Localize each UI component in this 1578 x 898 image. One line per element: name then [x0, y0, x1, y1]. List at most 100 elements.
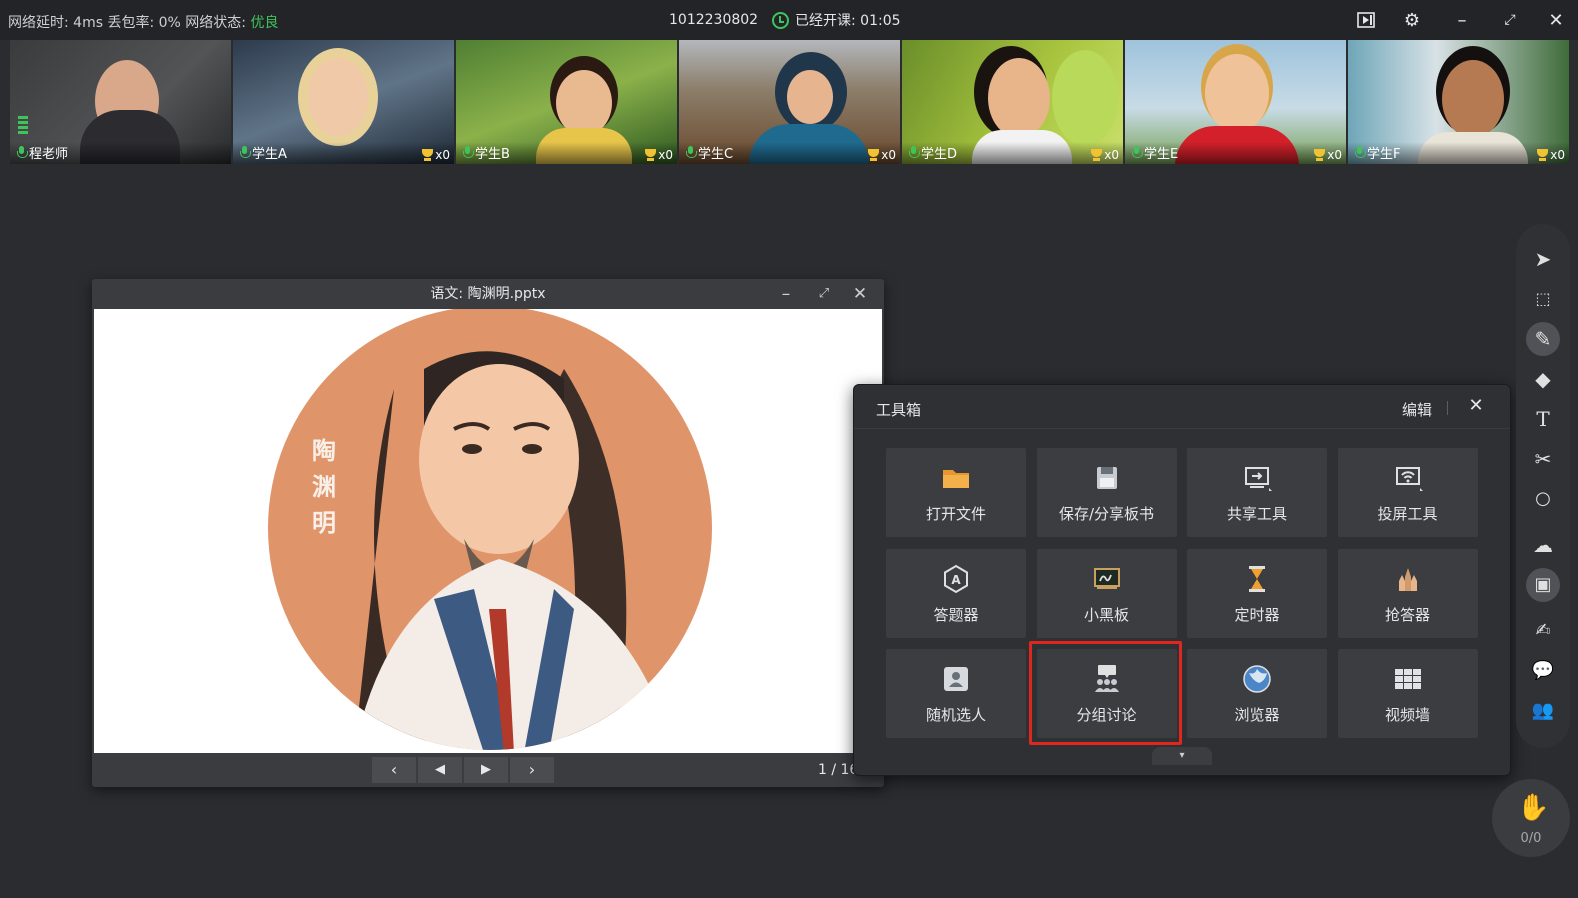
- video-wall-icon: [1392, 663, 1424, 695]
- video-tile-student-e[interactable]: 学生E x0: [1125, 40, 1346, 164]
- ppt-window: 语文: 陶渊明.pptx – ⤢ ✕ 陶 渊 明 ‹ ◀ ▶ › 1 / 16: [92, 279, 884, 787]
- toolbox-title: 工具箱: [876, 401, 922, 419]
- ppt-close-icon[interactable]: ✕: [850, 283, 870, 305]
- network-stats-text: 网络延时: 4ms 丢包率: 0% 网络状态:: [8, 15, 251, 31]
- tool-label: 随机选人: [925, 706, 986, 724]
- share-screen-icon: [1241, 462, 1273, 494]
- audio-level-icon: [18, 116, 28, 136]
- raise-hand-count: 0/0: [1520, 831, 1542, 846]
- ppt-minimize-icon[interactable]: –: [776, 283, 796, 305]
- tool-label: 分组讨论: [1076, 706, 1137, 724]
- hourglass-icon: [1241, 563, 1273, 595]
- video-tile-teacher[interactable]: 程老师: [10, 40, 231, 164]
- video-strip: 程老师 学生A x0 学生B x0 学生C x0 学生D x0 学生E x0 学…: [10, 40, 1578, 166]
- svg-text:A: A: [951, 573, 961, 587]
- toolbox-header: 工具箱 编辑 ✕: [854, 385, 1510, 429]
- scissors-icon[interactable]: ✂: [1530, 446, 1556, 472]
- tool-label: 浏览器: [1234, 706, 1280, 724]
- trophy-count: x0: [867, 148, 896, 162]
- tool-share-screen-button[interactable]: 共享工具: [1187, 448, 1327, 537]
- ppt-nav-bar: ‹ ◀ ▶ › 1 / 16: [92, 753, 884, 787]
- student-e-avatar: [1205, 54, 1269, 132]
- eraser-icon[interactable]: ◆: [1530, 366, 1556, 392]
- toolbox-close-icon[interactable]: ✕: [1466, 395, 1486, 417]
- tool-floppy-button[interactable]: 保存/分享板书: [1036, 448, 1177, 537]
- video-tile-student-c[interactable]: 学生C x0: [679, 40, 900, 164]
- cloud-icon[interactable]: ☁: [1530, 532, 1556, 558]
- class-timer: 已经开课: 01:05: [772, 10, 901, 30]
- raise-hand-button[interactable]: ✋ 0/0: [1492, 779, 1570, 857]
- video-tile-student-f[interactable]: 学生F x0: [1348, 40, 1569, 164]
- trophy-count: x0: [644, 148, 673, 162]
- tool-label: 共享工具: [1226, 505, 1287, 523]
- collapse-arrow-icon[interactable]: ▾: [1152, 747, 1212, 765]
- participant-name: 学生A: [239, 143, 287, 162]
- settings-gear-icon[interactable]: ⚙: [1400, 8, 1424, 32]
- trophy-icon: [421, 148, 434, 162]
- shape-icon[interactable]: ○: [1530, 486, 1556, 512]
- video-tile-student-a[interactable]: 学生A x0: [233, 40, 454, 164]
- toolbox-briefcase-icon[interactable]: ▣: [1526, 568, 1560, 602]
- pen-icon[interactable]: ✎: [1526, 322, 1560, 356]
- select-area-icon[interactable]: ⬚: [1530, 286, 1556, 312]
- slide-canvas[interactable]: 陶 渊 明: [94, 309, 882, 753]
- student-b-avatar: [556, 70, 612, 136]
- participant-name: 学生E: [1131, 143, 1178, 162]
- trophy-icon: [644, 148, 657, 162]
- tool-label: 小黑板: [1083, 605, 1129, 624]
- video-tile-student-d[interactable]: 学生D x0: [902, 40, 1123, 164]
- mic-icon: [685, 146, 697, 159]
- trophy-count: x0: [1090, 148, 1119, 162]
- trophy-count: x0: [1536, 148, 1565, 162]
- answer-icon: A: [940, 563, 972, 595]
- record-icon[interactable]: [1354, 8, 1378, 32]
- chat-icon[interactable]: 💬: [1530, 658, 1556, 684]
- edit-note-icon[interactable]: ✍: [1530, 618, 1556, 644]
- tool-group-discussion-button[interactable]: 分组讨论: [1036, 649, 1177, 738]
- tool-answer-button[interactable]: A 答题器: [886, 548, 1026, 638]
- tool-browser-button[interactable]: 浏览器: [1187, 649, 1327, 738]
- mic-icon: [239, 146, 251, 159]
- trophy-count: x0: [421, 148, 450, 162]
- random-pick-icon: [940, 663, 972, 695]
- divider: [1447, 401, 1448, 415]
- tool-label: 视频墙: [1384, 706, 1430, 724]
- participant-name: 程老师: [16, 143, 68, 162]
- prev-step-icon[interactable]: ◀: [418, 757, 462, 783]
- folder-icon: [940, 462, 972, 494]
- tool-video-wall-button[interactable]: 视频墙: [1337, 649, 1478, 738]
- tool-label: 抢答器: [1384, 605, 1430, 624]
- close-icon[interactable]: ✕: [1544, 8, 1568, 32]
- text-icon[interactable]: T: [1530, 406, 1556, 432]
- trophy-count: x0: [1313, 148, 1342, 162]
- mic-icon: [462, 146, 474, 159]
- trophy-icon: [867, 148, 880, 162]
- next-page-icon[interactable]: ›: [510, 757, 554, 783]
- tool-folder-button[interactable]: 打开文件: [886, 448, 1026, 537]
- tool-random-pick-button[interactable]: 随机选人: [886, 649, 1026, 738]
- group-discussion-icon: [1091, 663, 1123, 695]
- maximize-icon[interactable]: ⤢: [1498, 8, 1522, 32]
- ppt-maximize-icon[interactable]: ⤢: [814, 283, 834, 305]
- tool-label: 打开文件: [925, 505, 986, 523]
- pointer-arrow-icon[interactable]: ➤: [1530, 246, 1556, 272]
- room-id: 1012230802: [669, 12, 759, 28]
- trophy-icon: [1313, 148, 1326, 162]
- classroom-app: 网络延时: 4ms 丢包率: 0% 网络状态: 优良 1012230802 已经…: [0, 0, 1578, 898]
- next-step-icon[interactable]: ▶: [464, 757, 508, 783]
- toolbox-edit-button[interactable]: 编辑: [1402, 399, 1432, 420]
- participant-name: 学生D: [908, 143, 957, 162]
- tool-hourglass-button[interactable]: 定时器: [1187, 548, 1327, 638]
- tool-raise-hands-button[interactable]: 抢答器: [1337, 548, 1478, 638]
- users-icon[interactable]: 👥: [1530, 698, 1556, 724]
- tool-blackboard-button[interactable]: 小黑板: [1036, 548, 1177, 638]
- hand-icon: ✋: [1517, 793, 1550, 823]
- network-quality: 优良: [250, 15, 279, 31]
- prev-page-icon[interactable]: ‹: [372, 757, 416, 783]
- right-toolbar: ➤ ⬚ ✎ ◆ T ✂ ○ ☁ ▣ ✍ 💬 👥: [1516, 224, 1570, 748]
- tool-cast-button[interactable]: 投屏工具: [1337, 448, 1478, 537]
- minimize-icon[interactable]: –: [1450, 8, 1474, 32]
- slide-vertical-title: 陶 渊 明: [312, 436, 336, 537]
- floppy-icon: [1091, 462, 1123, 494]
- video-tile-student-b[interactable]: 学生B x0: [456, 40, 677, 164]
